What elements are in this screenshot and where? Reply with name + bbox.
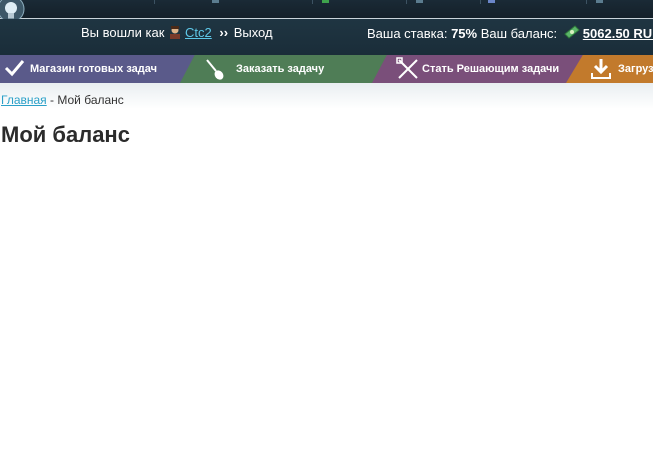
menu-item-label: Загруз (618, 63, 653, 75)
main-menu: Магазин готовых задач Заказать задачу Ст… (0, 55, 653, 83)
breadcrumb-separator: - (50, 93, 55, 107)
menu-item-order[interactable]: Заказать задачу (180, 55, 390, 83)
strip-icon-fragment (596, 0, 603, 3)
rate-label: Ваша ставка: (367, 26, 448, 41)
menu-item-label: Заказать задачу (236, 63, 325, 75)
menu-item-label: Стать Решающим задачи (422, 63, 560, 75)
strip-divider (586, 0, 587, 4)
username-link[interactable]: Ctc2 (185, 25, 212, 40)
breadcrumb: Главная - Мой баланс (1, 93, 124, 107)
balance-link[interactable]: 5062.50 RUR (583, 26, 653, 41)
strip-divider (312, 0, 313, 4)
menu-item-label: Магазин готовых задач (30, 63, 158, 75)
shovel-icon (206, 59, 224, 80)
balance-label: Ваш баланс: (480, 26, 558, 41)
logged-in-label: Вы вошли как (81, 25, 165, 40)
rate-value: 75% (451, 26, 478, 41)
user-bar: Вы вошли как Ctc2 ›› Выход Ваша ставка: … (0, 19, 653, 55)
money-icon (564, 25, 580, 39)
strip-icon-fragment (416, 0, 423, 3)
page-title: Мой баланс (1, 122, 130, 147)
menu-item-become-solver[interactable]: Стать Решающим задачи (372, 55, 584, 83)
login-info: Вы вошли как Ctc2 ›› Выход (81, 25, 273, 40)
menu-item-shop[interactable]: Магазин готовых задач (0, 55, 196, 83)
strip-divider (154, 0, 155, 4)
separator: ›› (219, 25, 229, 40)
breadcrumb-current: Мой баланс (57, 93, 124, 107)
crossed-tools-icon (396, 57, 418, 79)
strip-divider (480, 0, 481, 4)
user-avatar-icon (170, 26, 181, 39)
strip-divider (406, 0, 407, 4)
strip-icon-fragment (322, 0, 329, 3)
check-icon (4, 60, 25, 77)
strip-icon-fragment (488, 0, 495, 3)
breadcrumb-home-link[interactable]: Главная (1, 93, 47, 107)
top-strip (0, 0, 653, 19)
download-icon (591, 59, 611, 79)
strip-icon-fragment (212, 0, 219, 3)
account-info: Ваша ставка: 75% Ваш баланс: 5062.50 RUR… (367, 25, 653, 41)
logout-link[interactable]: Выход (234, 25, 273, 40)
